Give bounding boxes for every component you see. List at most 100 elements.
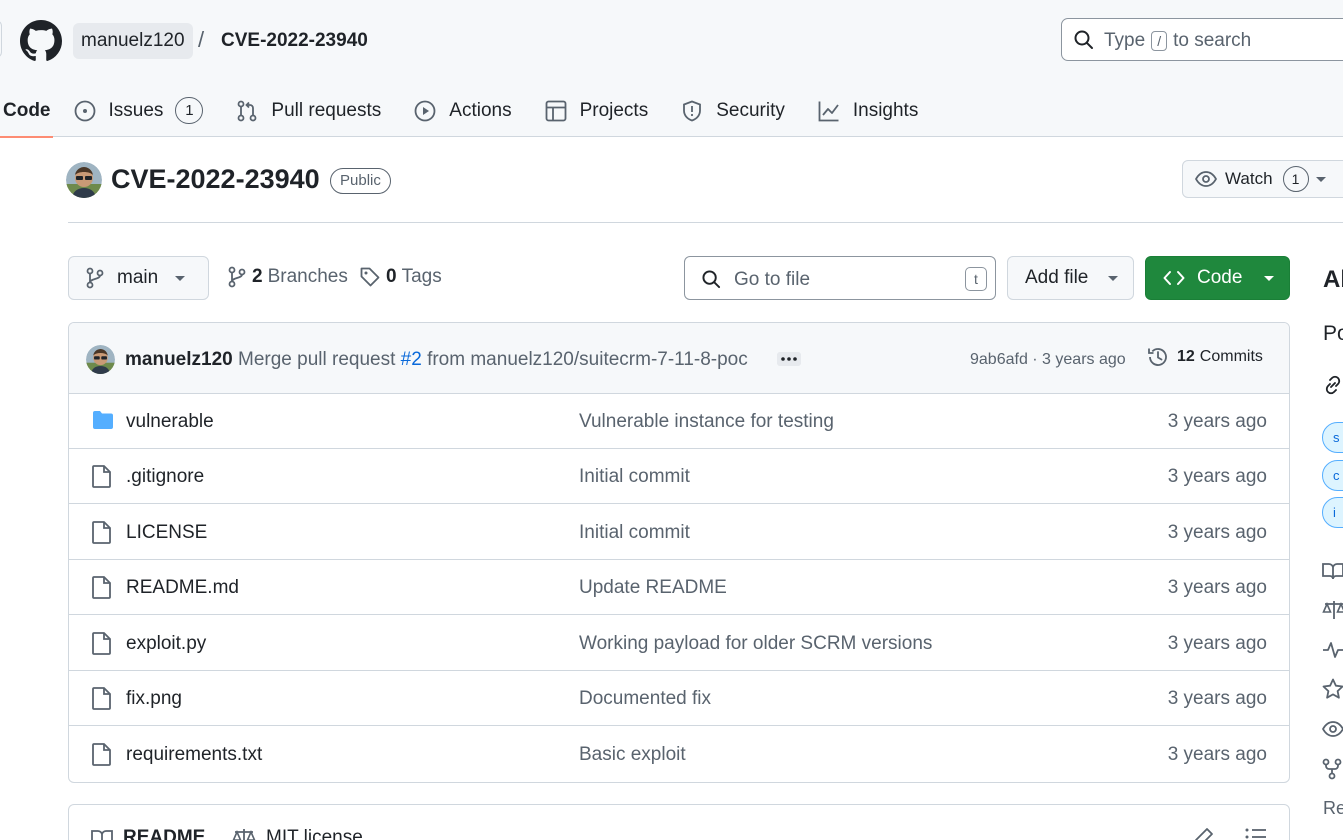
tab-license[interactable]: MIT license bbox=[232, 827, 363, 840]
latest-commit-bar: manuelz120 Merge pull request #2 from ma… bbox=[69, 323, 1289, 394]
file-commit-message[interactable]: Documented fix bbox=[579, 688, 711, 710]
git-pull-request-icon bbox=[238, 100, 257, 121]
commit-message[interactable]: Merge pull request #2 from manuelz120/su… bbox=[238, 349, 748, 371]
topic-tag[interactable]: s bbox=[1322, 422, 1343, 453]
tab-issues[interactable]: Issues 1 bbox=[74, 84, 204, 137]
law-icon[interactable] bbox=[1322, 600, 1343, 620]
book-icon[interactable] bbox=[1322, 562, 1343, 580]
file-name-link[interactable]: fix.png bbox=[126, 688, 182, 710]
pencil-icon[interactable] bbox=[1194, 827, 1214, 840]
file-commit-age: 3 years ago bbox=[1167, 466, 1267, 487]
file-icon bbox=[92, 687, 111, 710]
commit-author-avatar[interactable] bbox=[86, 345, 115, 374]
go-to-file-input[interactable]: Go to file bbox=[684, 256, 996, 300]
file-name-link[interactable]: .gitignore bbox=[126, 466, 204, 488]
branch-select-button[interactable]: main bbox=[68, 256, 209, 300]
table-row[interactable]: LICENSE Initial commit 3 years ago bbox=[69, 505, 1289, 560]
owner-avatar[interactable] bbox=[66, 162, 102, 198]
go-to-file-placeholder: Go to file bbox=[734, 269, 811, 290]
commit-sha-and-age[interactable]: 9ab6afd · 3 years ago bbox=[970, 351, 1126, 369]
title-divider bbox=[68, 222, 1343, 223]
search-placeholder: Type / to search bbox=[1104, 30, 1251, 52]
graph-icon bbox=[818, 101, 839, 121]
history-icon bbox=[1148, 348, 1167, 366]
file-commit-age: 3 years ago bbox=[1167, 577, 1267, 598]
table-row[interactable]: fix.png Documented fix 3 years ago bbox=[69, 671, 1289, 726]
table-icon bbox=[545, 100, 566, 121]
global-search-input[interactable]: Type / to search bbox=[1061, 18, 1343, 61]
tags-label: Tags bbox=[401, 266, 442, 287]
triangle-down-icon bbox=[175, 276, 186, 281]
tab-actions[interactable]: Actions bbox=[414, 84, 512, 137]
commits-label: Commits bbox=[1199, 348, 1263, 365]
repo-nav: Code Issues 1 Pull requests Actions Proj… bbox=[0, 84, 918, 138]
file-name-link[interactable]: LICENSE bbox=[126, 522, 207, 544]
file-commit-message[interactable]: Basic exploit bbox=[579, 744, 686, 766]
menu-button[interactable] bbox=[0, 20, 2, 58]
file-icon bbox=[92, 576, 111, 599]
file-name-link[interactable]: requirements.txt bbox=[126, 744, 262, 766]
visibility-badge: Public bbox=[330, 168, 391, 194]
pulse-icon[interactable] bbox=[1322, 641, 1343, 659]
star-icon[interactable] bbox=[1322, 678, 1343, 700]
tab-insights[interactable]: Insights bbox=[818, 84, 918, 137]
list-unordered-icon[interactable] bbox=[1245, 827, 1267, 840]
file-commit-message[interactable]: Initial commit bbox=[579, 522, 690, 544]
about-description: Po bbox=[1323, 322, 1343, 345]
pull-request-link[interactable]: #2 bbox=[401, 349, 422, 370]
github-logo-icon[interactable] bbox=[20, 20, 62, 62]
owner-link[interactable]: manuelz120 bbox=[73, 23, 193, 59]
tag-icon bbox=[360, 267, 380, 287]
search-suffix: to search bbox=[1173, 30, 1252, 51]
repo-breadcrumb-link[interactable]: CVE-2022-23940 bbox=[221, 30, 368, 52]
tab-pull-requests[interactable]: Pull requests bbox=[236, 84, 381, 137]
file-name-link[interactable]: vulnerable bbox=[126, 411, 214, 433]
triangle-down-icon bbox=[1108, 276, 1119, 281]
watch-label: Watch bbox=[1225, 169, 1273, 188]
file-name-link[interactable]: README.md bbox=[126, 577, 239, 599]
file-commit-message[interactable]: Initial commit bbox=[579, 466, 690, 488]
file-commit-age: 3 years ago bbox=[1167, 411, 1267, 432]
branches-link[interactable]: 2 Branches bbox=[228, 266, 348, 288]
eye-icon[interactable] bbox=[1322, 721, 1343, 737]
table-row[interactable]: exploit.py Working payload for older SCR… bbox=[69, 616, 1289, 671]
table-row[interactable]: vulnerable Vulnerable instance for testi… bbox=[69, 394, 1289, 449]
tab-projects-label: Projects bbox=[579, 99, 649, 121]
file-icon bbox=[92, 632, 111, 655]
ellipsis-icon[interactable] bbox=[777, 352, 801, 366]
triangle-down-icon[interactable] bbox=[1314, 170, 1328, 188]
tab-projects[interactable]: Projects bbox=[545, 84, 649, 137]
topic-tag[interactable]: i bbox=[1322, 497, 1343, 528]
watch-counter: 1 bbox=[1282, 166, 1309, 192]
link-icon[interactable] bbox=[1322, 374, 1343, 396]
tab-actions-label: Actions bbox=[449, 99, 512, 121]
add-file-button[interactable]: Add file bbox=[1007, 256, 1134, 300]
tab-security[interactable]: Security bbox=[681, 84, 785, 137]
topic-tag[interactable]: c bbox=[1322, 460, 1343, 491]
shield-icon bbox=[683, 100, 702, 121]
table-row[interactable]: README.md Update README 3 years ago bbox=[69, 560, 1289, 615]
file-name-link[interactable]: exploit.py bbox=[126, 633, 206, 655]
commits-count: 12 bbox=[1177, 348, 1195, 365]
file-commit-message[interactable]: Working payload for older SCRM versions bbox=[579, 633, 932, 655]
search-prefix: Type bbox=[1104, 30, 1146, 51]
search-shortcut-key: / bbox=[1151, 31, 1168, 51]
code-button[interactable]: Code bbox=[1145, 256, 1290, 300]
commits-history-link[interactable]: 12 Commits bbox=[1147, 346, 1263, 368]
repo-title[interactable]: CVE-2022-23940 bbox=[111, 164, 320, 195]
commit-author-link[interactable]: manuelz120 bbox=[125, 349, 233, 371]
tab-code[interactable]: Code bbox=[0, 84, 52, 138]
tab-readme[interactable]: README bbox=[91, 827, 205, 840]
branch-name: main bbox=[117, 267, 159, 288]
file-commit-message[interactable]: Vulnerable instance for testing bbox=[579, 411, 834, 433]
table-row[interactable]: requirements.txt Basic exploit 3 years a… bbox=[69, 727, 1289, 782]
repo-header: manuelz120 / CVE-2022-23940 Type / to se… bbox=[0, 0, 1343, 138]
repo-forked-icon[interactable] bbox=[1322, 758, 1342, 780]
file-commit-message[interactable]: Update README bbox=[579, 577, 727, 599]
folder-icon bbox=[93, 411, 113, 429]
issues-counter: 1 bbox=[175, 97, 204, 124]
tags-link[interactable]: 0 Tags bbox=[360, 266, 442, 288]
table-row[interactable]: .gitignore Initial commit 3 years ago bbox=[69, 449, 1289, 504]
releases-heading: Re bbox=[1323, 798, 1343, 818]
tab-readme-label: README bbox=[123, 827, 206, 840]
